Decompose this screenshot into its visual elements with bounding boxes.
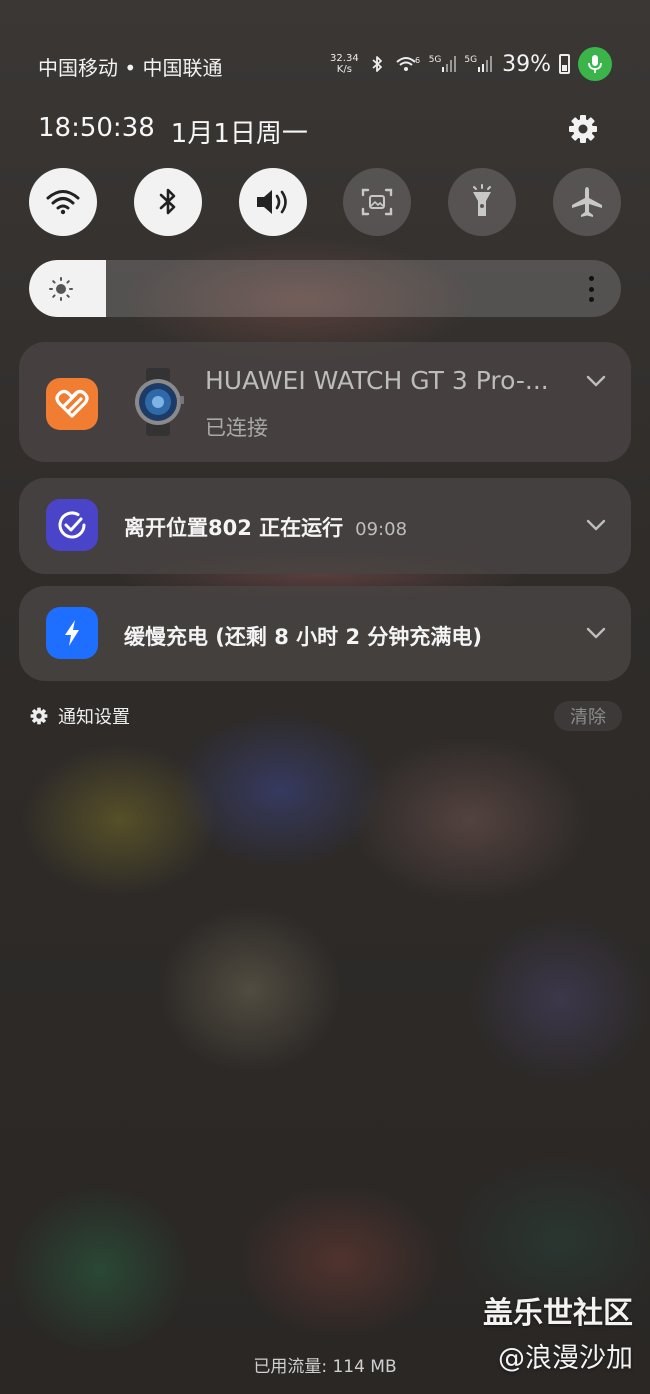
sun-icon xyxy=(49,277,73,301)
svg-text:6: 6 xyxy=(415,56,420,65)
date-time: 18:50:38 1月1日周一 xyxy=(38,113,308,150)
more-options-icon[interactable] xyxy=(587,276,595,302)
notification-time: 09:08 xyxy=(355,519,408,540)
date: 1月1日周一 xyxy=(170,119,308,149)
flashlight-icon xyxy=(473,184,492,216)
chevron-down-icon[interactable] xyxy=(585,626,607,640)
network-speed: 32.34 K/s xyxy=(330,53,359,75)
sound-icon xyxy=(256,190,287,214)
notification-title: HUAWEI WATCH GT 3 Pro-... xyxy=(205,366,549,395)
watermark-author: @浪漫沙加 xyxy=(498,1343,633,1374)
notification-settings-label: 通知设置 xyxy=(58,707,130,728)
charging-app-icon xyxy=(46,607,98,659)
watermark-title: 盖乐世社区 xyxy=(483,1296,633,1331)
notification-panel: 中国移动 • 中国联通 32.34 K/s 6 5G 5G 39% 18:50:… xyxy=(0,0,650,1394)
notification-title: 缓慢充电 (还剩 8 小时 2 分钟充满电) xyxy=(124,625,482,649)
signal-icon: 5G xyxy=(429,55,457,73)
notification-card-watch[interactable]: HUAWEI WATCH GT 3 Pro-... 已连接 xyxy=(19,342,631,462)
notification-title: 离开位置802 正在运行 09:08 xyxy=(124,516,408,540)
huawei-health-app-icon xyxy=(46,378,98,430)
notification-card-task[interactable]: 离开位置802 正在运行 09:08 xyxy=(19,478,631,574)
notification-subtitle: 已连接 xyxy=(205,416,268,440)
status-icons: 32.34 K/s 6 5G 5G 39% xyxy=(330,46,612,82)
sound-toggle[interactable] xyxy=(238,168,307,236)
chevron-down-icon[interactable] xyxy=(585,518,607,532)
signal-icon: 5G xyxy=(464,55,493,73)
bluetooth-icon xyxy=(372,56,382,72)
chevron-down-icon[interactable] xyxy=(585,374,607,388)
airplane-icon xyxy=(572,187,602,217)
notification-settings-link[interactable]: 通知设置 xyxy=(30,703,130,729)
battery-percent: 39% xyxy=(502,51,551,77)
wifi-toggle[interactable] xyxy=(29,168,97,236)
brightness-slider[interactable] xyxy=(29,260,621,317)
clear-button[interactable]: 清除 xyxy=(554,701,622,731)
airplane-mode-toggle[interactable] xyxy=(553,168,621,236)
gear-icon xyxy=(30,707,48,725)
bluetooth-toggle[interactable] xyxy=(133,168,202,236)
wifi-icon xyxy=(46,190,80,215)
microphone-icon[interactable] xyxy=(578,47,612,81)
screenshot-icon xyxy=(362,188,393,216)
flashlight-toggle[interactable] xyxy=(448,168,517,236)
smartwatch-icon xyxy=(135,368,184,436)
bluetooth-icon xyxy=(159,188,176,215)
quick-settings-row xyxy=(29,168,621,236)
notification-card-charging[interactable]: 缓慢充电 (还剩 8 小时 2 分钟充满电) xyxy=(19,586,631,681)
screenshot-toggle[interactable] xyxy=(343,168,412,236)
carrier-label: 中国移动 • 中国联通 xyxy=(38,56,223,80)
battery-icon xyxy=(559,54,570,74)
task-app-icon xyxy=(46,499,98,551)
clock: 18:50:38 xyxy=(38,113,155,143)
wifi-6-icon: 6 xyxy=(396,56,420,71)
settings-gear-icon[interactable] xyxy=(566,112,600,146)
